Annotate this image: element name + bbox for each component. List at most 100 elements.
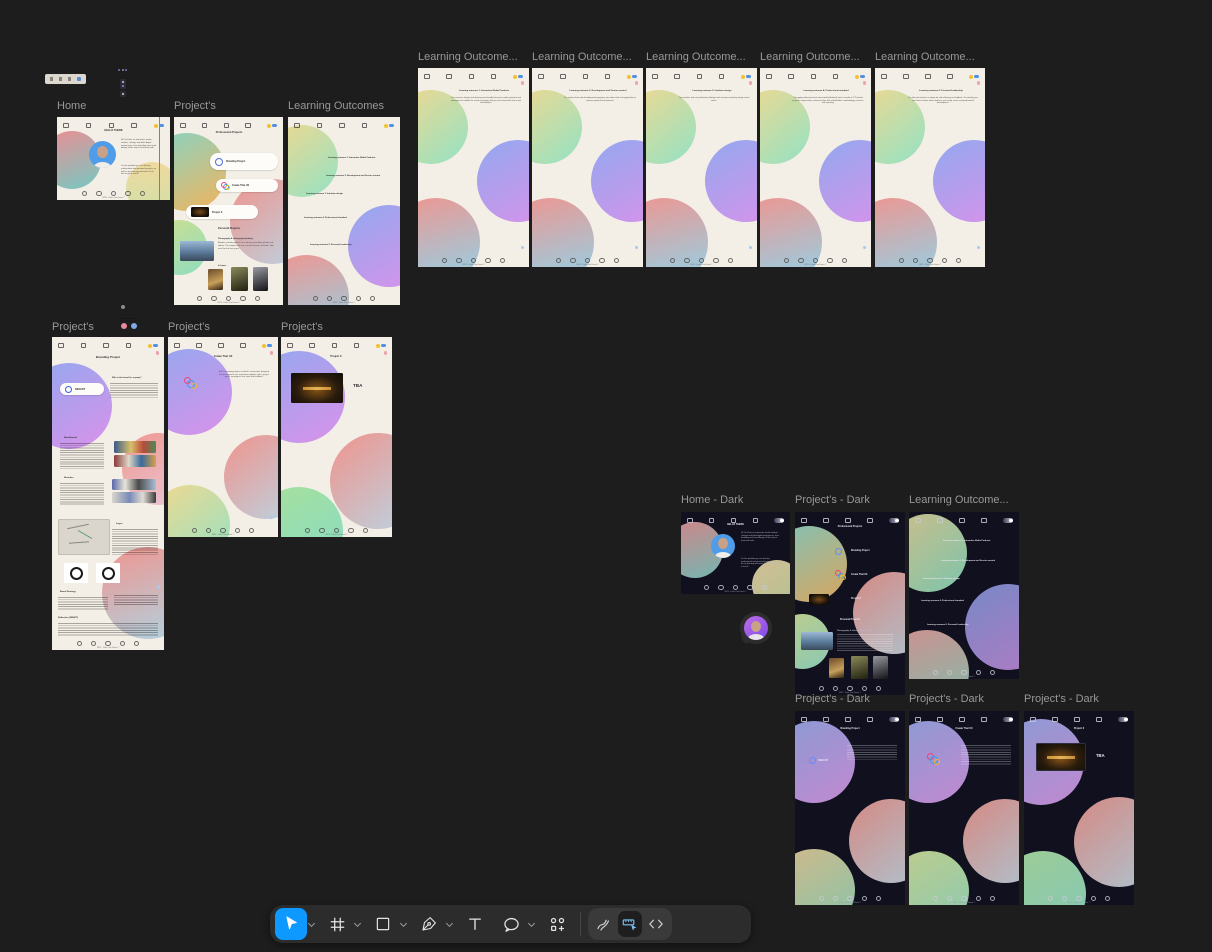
frame-lo2[interactable]: Learning outcome 2: Development and Vers… [532,68,643,267]
gradient-blob [591,140,643,222]
paragraph-lines [114,595,158,605]
lo-title: Learning outcome 4: Professional standar… [786,90,866,92]
section-heading: Sketches [64,477,74,479]
frame-createux-dark[interactable]: Create That UX 2023 · Defa Can Deniz © [909,711,1019,905]
mini-navbar [646,68,757,82]
frame-label-outcomes[interactable]: Learning Outcomes [288,100,384,113]
frame-label-createux[interactable]: Project's [168,321,210,334]
pink-swatch[interactable] [121,323,127,329]
frame-projects[interactable]: Professional Projects Branding Project C… [174,117,283,305]
frame-label-lo2[interactable]: Learning Outcome... [532,51,636,64]
frame-label-branding-dark[interactable]: Project's - Dark [795,693,870,706]
pen-tool-chevron[interactable] [445,914,453,934]
frame-lo4[interactable]: Learning outcome 4: Professional standar… [760,68,871,267]
outcome-link: Learning outcome 2: Development and Vers… [941,560,1011,562]
branding-title: Branding Project [72,355,144,359]
mini-footer: 2023 · Defa Can Deniz © [909,896,1019,904]
frame-home-dark[interactable]: HELLO THERE Hi! I'm Defa, an interactive… [681,512,790,594]
draw-mode-button[interactable] [592,911,616,937]
blue-dot [749,246,753,250]
measure-mode-button[interactable] [618,911,642,937]
frame-label-lo4[interactable]: Learning Outcome... [760,51,864,64]
frame-label-projects-dark[interactable]: Project's - Dark [795,494,870,507]
paragraph-lines [60,443,104,469]
blue-dot [521,246,525,250]
move-tool[interactable] [275,908,307,940]
frame-label-home[interactable]: Home [57,100,86,113]
section-heading: Brand Strategy [60,591,76,593]
mini-navbar [174,117,283,131]
frame-tool-chevron[interactable] [353,914,361,934]
move-tool-chevron[interactable] [307,914,315,934]
more-paragraph: On this portfolio you can find my profes… [741,558,779,569]
mini-dot[interactable] [121,305,125,309]
frame-label-projectx[interactable]: Project's [281,321,323,334]
mini-navbar [288,117,400,131]
projectx-title: Project X [301,355,371,358]
dev-mode-button[interactable] [644,911,668,937]
intro-paragraph: Hi! I'm Defa, an interactive media stude… [741,532,779,543]
frame-projectx[interactable]: Project X TBA 2023 · Defa Can Deniz © [281,337,392,537]
projectx-banner [1036,743,1086,771]
frame-outcomes[interactable]: Learning outcome 1: Interactive Media Pr… [288,117,400,305]
frame-label-outcomes-dark[interactable]: Learning Outcome... [909,494,1015,507]
lo-body: You explore front-end development langua… [564,97,636,102]
frame-label-projects[interactable]: Project's [174,100,216,113]
mini-dots-component[interactable] [118,69,130,72]
shape-tool[interactable] [367,908,399,940]
mini-widget-component[interactable] [120,91,126,97]
frame-projectx-dark[interactable]: Project X TBA 2023 · Defa Can Deniz © [1024,711,1134,905]
comment-tool[interactable] [495,908,527,940]
mini-icon [50,77,53,81]
frame-label-lo1[interactable]: Learning Outcome... [418,51,522,64]
frame-projects-dark[interactable]: Professional Projects Branding Project C… [795,512,905,695]
outcome-link: Learning outcome 1: Interactive Media Pr… [328,157,396,159]
frame-outcomes-dark[interactable]: Learning outcome 1: Interactive Media Pr… [909,512,1019,679]
frame-createux[interactable]: Create That UX A UX concepting project i… [168,337,278,537]
frame-label-lo5[interactable]: Learning Outcome... [875,51,979,64]
frame-label-projectx-dark[interactable]: Project's - Dark [1024,693,1099,706]
mini-navbar [1024,711,1134,725]
collaborator-avatar[interactable] [740,612,772,644]
comment-tool-chevron[interactable] [527,914,535,934]
lo-title: Learning outcome 5: Personal Leadership [901,90,981,92]
frame-lo1[interactable]: Learning outcome 1: Interactive Media Pr… [418,68,529,267]
theme-toggle-icon [969,74,979,79]
mini-widget-component[interactable] [120,79,126,89]
tiny-caption [117,318,139,321]
blue-swatch[interactable] [131,323,137,329]
mini-footer: 2023 · Defa Can Deniz © [909,670,1019,678]
lo-body: You conceive, design and develop user-fr… [450,97,522,105]
frame-tool[interactable] [321,908,353,940]
pink-dot [749,81,753,85]
frame-branding-dark[interactable]: Branding Project DEFAST 2023 · Defa Can … [795,711,905,905]
lo-body: You visualise and use professional desig… [678,97,750,102]
moodboard-strip [114,455,156,467]
frame-lo5[interactable]: Learning outcome 5: Personal Leadership … [875,68,985,267]
personal-paragraph: Besides school projects I love taking an… [218,242,276,250]
text-tool[interactable] [459,908,491,940]
outcome-link: Learning outcome 4: Professional standar… [921,600,991,602]
frame-home[interactable]: HELLO THERE Hi! I'm Defa, an interactive… [57,117,170,200]
frame-label-home-dark[interactable]: Home - Dark [681,494,743,507]
actions-tool[interactable] [541,908,573,940]
gradient-blob [1074,797,1134,887]
gradient-blob [933,140,985,222]
frame-label-branding[interactable]: Project's [52,321,94,334]
mini-footer: 2023 · Defa Can Deniz © [646,258,757,266]
projectx-title: Project X [1044,727,1114,730]
frame-lo3[interactable]: Learning outcome 3: Interface design You… [646,68,757,267]
frame-label-lo3[interactable]: Learning Outcome... [646,51,750,64]
photo-thumbnail [873,656,888,679]
theme-toggle-icon [384,123,394,128]
frame-label-createux-dark[interactable]: Project's - Dark [909,693,984,706]
shape-tool-chevron[interactable] [399,914,407,934]
frame-branding[interactable]: Branding Project DEFAST Who is this bran… [52,337,164,650]
theme-toggle-icon [1003,717,1013,721]
pink-dot [863,81,867,85]
createux-logo [927,753,941,767]
pen-tool[interactable] [413,908,445,940]
mini-navbar-component[interactable] [45,74,86,84]
paragraph-lines [60,483,104,505]
blue-dot [863,246,867,250]
